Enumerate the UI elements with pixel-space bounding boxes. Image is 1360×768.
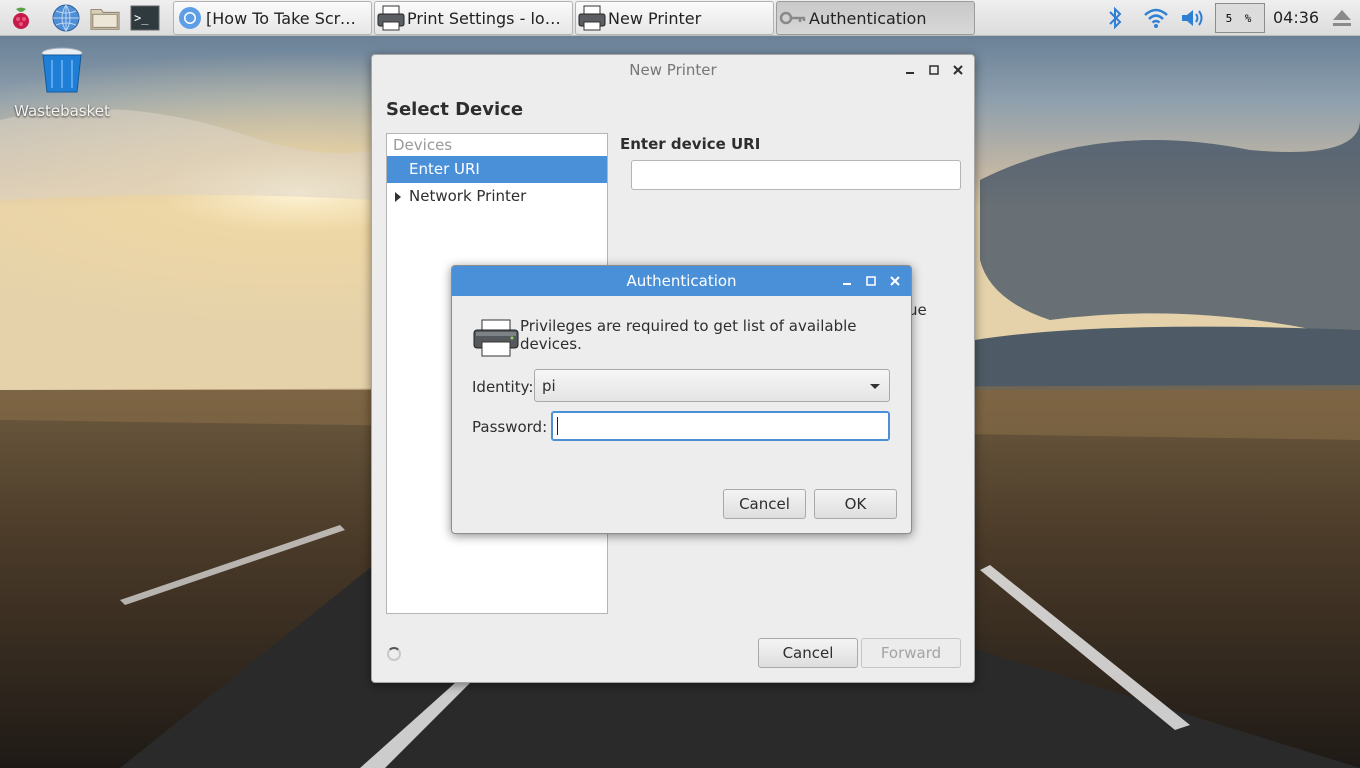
task-button-browser[interactable]: [How To Take Screen... <box>173 1 372 35</box>
chromium-icon <box>174 2 206 34</box>
task-label: Authentication <box>809 8 927 28</box>
identity-select[interactable]: pi <box>534 369 890 402</box>
uri-input[interactable] <box>631 160 961 190</box>
printer-icon <box>472 318 520 362</box>
bluetooth-icon[interactable] <box>1106 6 1124 34</box>
task-button-new-printer[interactable]: New Printer <box>575 1 774 35</box>
device-list-item-label: Network Printer <box>409 187 527 205</box>
wastebasket-label: Wastebasket <box>14 102 110 120</box>
cancel-button[interactable]: Cancel <box>723 489 806 519</box>
key-icon <box>777 2 809 34</box>
printer-icon <box>576 2 608 34</box>
task-label: Print Settings - localh... <box>407 8 572 28</box>
maximize-icon <box>929 65 939 75</box>
file-manager-icon[interactable] <box>90 3 120 33</box>
minimize-icon <box>843 283 851 285</box>
minimize-button[interactable] <box>900 55 920 85</box>
task-label: New Printer <box>608 8 702 28</box>
password-field[interactable] <box>551 411 890 441</box>
volume-icon[interactable] <box>1180 7 1208 33</box>
window-titlebar[interactable]: New Printer <box>372 55 974 85</box>
uri-label: Enter device URI <box>620 135 761 153</box>
window-title: New Printer <box>629 61 717 79</box>
expander-arrow-icon[interactable] <box>395 192 401 202</box>
trash-icon <box>41 47 83 93</box>
identity-label: Identity: <box>472 378 534 396</box>
cpu-usage-text: 5 % <box>1225 11 1255 25</box>
close-icon <box>953 65 963 75</box>
wifi-icon[interactable] <box>1143 7 1169 33</box>
identity-value: pi <box>542 376 556 395</box>
printer-icon <box>375 2 407 34</box>
eject-icon[interactable] <box>1331 8 1353 32</box>
text-cursor <box>557 417 558 435</box>
task-button-print-settings[interactable]: Print Settings - localh... <box>374 1 573 35</box>
taskbar-panel: >_ [How To Take Screen... Print Settings… <box>0 0 1360 36</box>
page-title: Select Device <box>386 99 524 120</box>
close-button[interactable] <box>885 266 905 296</box>
clock[interactable]: 04:36 <box>1273 8 1319 27</box>
web-browser-icon[interactable] <box>51 3 81 33</box>
device-list-item-network-printer[interactable]: Network Printer <box>387 183 607 210</box>
raspberry-menu-icon[interactable] <box>6 3 36 33</box>
cancel-button[interactable]: Cancel <box>758 638 858 668</box>
auth-message: Privileges are required to get list of a… <box>520 317 857 353</box>
chevron-down-icon <box>870 384 880 389</box>
wastebasket-desktop-icon[interactable]: Wastebasket <box>14 46 110 120</box>
loading-spinner-icon <box>387 647 401 661</box>
authentication-dialog: Authentication Privileges are required t… <box>451 265 912 534</box>
minimize-icon <box>906 72 914 74</box>
maximize-button[interactable] <box>861 266 881 296</box>
password-label: Password: <box>472 418 548 436</box>
maximize-button[interactable] <box>924 55 944 85</box>
close-icon <box>890 276 900 286</box>
dialog-title: Authentication <box>626 272 737 290</box>
device-list-item-enter-uri[interactable]: Enter URI <box>387 156 607 183</box>
svg-text:>_: >_ <box>134 11 149 25</box>
device-list-item-label: Enter URI <box>409 160 480 178</box>
maximize-icon <box>866 276 876 286</box>
minimize-button[interactable] <box>837 266 857 296</box>
forward-button[interactable]: Forward <box>861 638 961 668</box>
task-label: [How To Take Screen... <box>206 8 371 28</box>
terminal-icon[interactable]: >_ <box>130 3 160 33</box>
task-button-authentication[interactable]: Authentication <box>776 1 975 35</box>
ok-button[interactable]: OK <box>814 489 897 519</box>
close-button[interactable] <box>948 55 968 85</box>
cpu-monitor: 5 % <box>1215 3 1265 33</box>
device-list-header: Devices <box>393 136 453 154</box>
